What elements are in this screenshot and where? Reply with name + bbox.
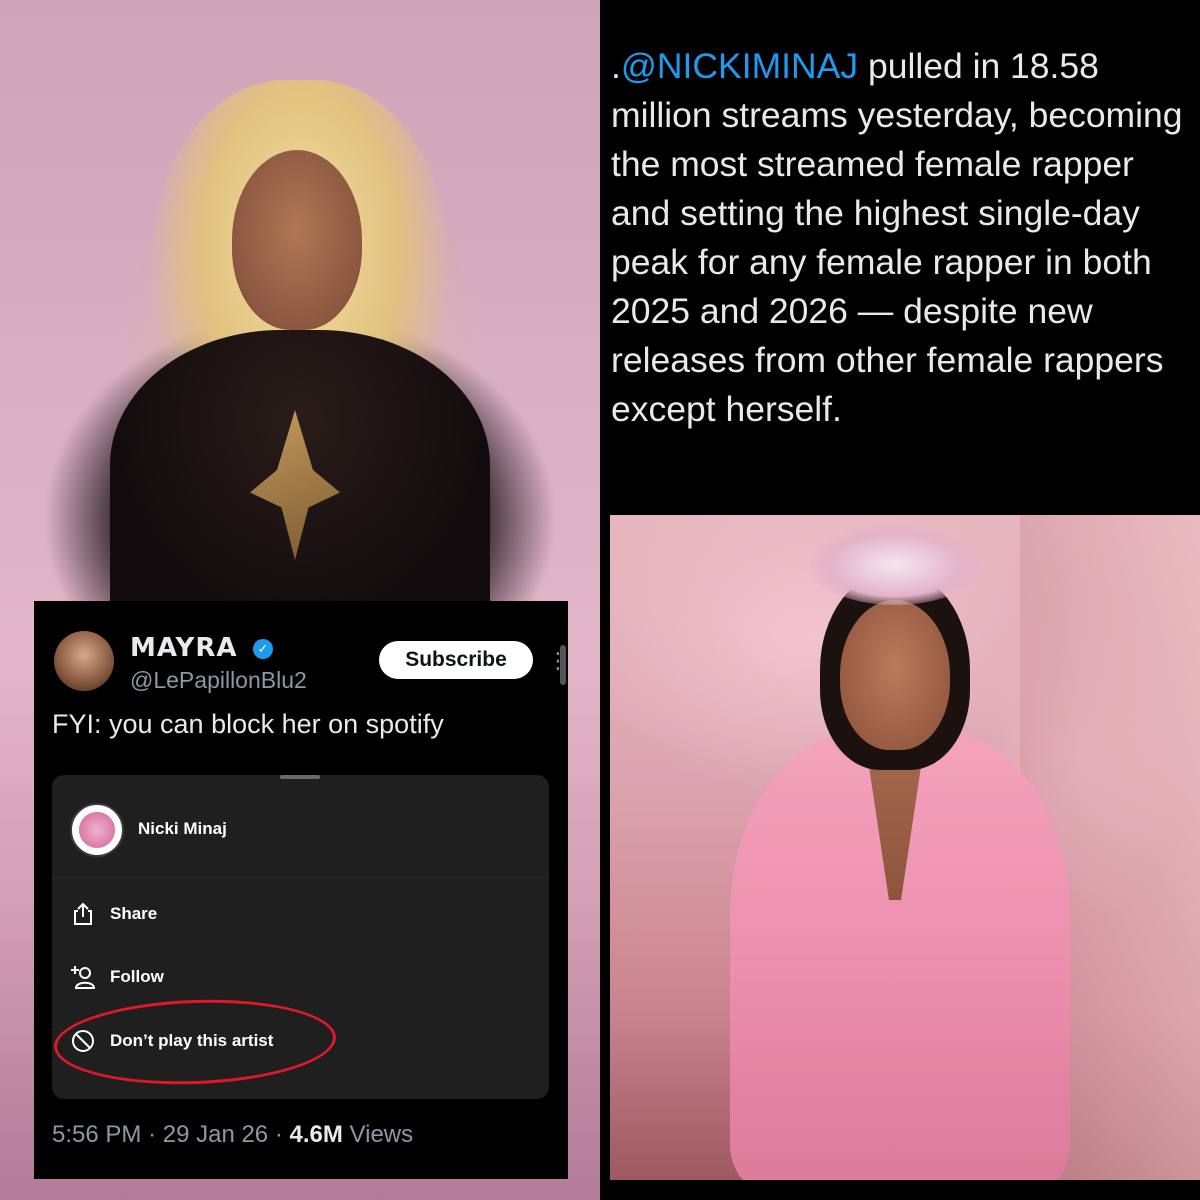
more-vertical-icon[interactable]: ⋮ xyxy=(547,646,569,676)
right-tweet-panel: .@NICKIMINAJ pulled in 18.58 million str… xyxy=(600,0,1200,1200)
meta-separator: · xyxy=(274,1121,283,1148)
sheet-item-partial[interactable] xyxy=(70,1093,520,1099)
verified-badge-icon: ✓ xyxy=(253,639,273,659)
tweet-body: pulled in 18.58 million streams yesterda… xyxy=(611,46,1183,429)
photo-face-shape xyxy=(232,150,362,330)
sheet-item-label: Share xyxy=(110,904,158,923)
tweet-meta: 5:56 PM · 29 Jan 26 · 4.6M Views xyxy=(52,1121,413,1149)
avatar[interactable] xyxy=(54,631,114,691)
subscribe-button[interactable]: Subscribe xyxy=(379,641,533,679)
sheet-item-share[interactable]: Share xyxy=(70,899,520,933)
right-tweet-text: .@NICKIMINAJ pulled in 18.58 million str… xyxy=(611,42,1191,434)
block-icon xyxy=(72,1030,94,1052)
add-person-icon xyxy=(71,966,96,989)
sheet-drag-handle[interactable] xyxy=(280,775,320,779)
tweet-date[interactable]: 29 Jan 26 xyxy=(163,1121,268,1148)
spotify-options-sheet: Nicki Minaj Share Follow Don’t play this… xyxy=(52,775,549,1099)
tweet-time[interactable]: 5:56 PM xyxy=(52,1121,141,1148)
photo-flower-crown-shape xyxy=(810,525,980,605)
sheet-artist-row[interactable]: Nicki Minaj xyxy=(70,803,520,859)
sheet-item-label: Follow xyxy=(110,967,164,986)
tweet-author-row: MAYRA ✓ @LePapillonBlu2 Subscribe ⋮ xyxy=(54,631,569,701)
photo-face-shape xyxy=(840,600,950,750)
views-label: Views xyxy=(349,1121,414,1148)
share-icon xyxy=(74,902,92,925)
sheet-item-label: Don’t play this artist xyxy=(110,1031,274,1050)
views-count: 4.6M xyxy=(289,1121,343,1148)
meta-separator: · xyxy=(148,1121,157,1148)
tweet-text: FYI: you can block her on spotify xyxy=(52,709,444,739)
artist-thumbnail xyxy=(70,803,124,857)
embedded-tweet-card: MAYRA ✓ @LePapillonBlu2 Subscribe ⋮ FYI:… xyxy=(34,601,569,1179)
author-handle[interactable]: @LePapillonBlu2 xyxy=(130,667,307,694)
mention-link[interactable]: @NICKIMINAJ xyxy=(621,46,858,86)
sheet-divider xyxy=(52,877,549,878)
artist-name: Nicki Minaj xyxy=(138,819,227,838)
sheet-item-follow[interactable]: Follow xyxy=(70,962,520,996)
sheet-item-dont-play-artist[interactable]: Don’t play this artist xyxy=(70,1026,520,1060)
author-name[interactable]: MAYRA xyxy=(130,633,237,663)
tweet-prefix: . xyxy=(611,46,621,86)
tweet-media-photo[interactable] xyxy=(610,515,1200,1180)
radio-icon xyxy=(70,1095,96,1099)
